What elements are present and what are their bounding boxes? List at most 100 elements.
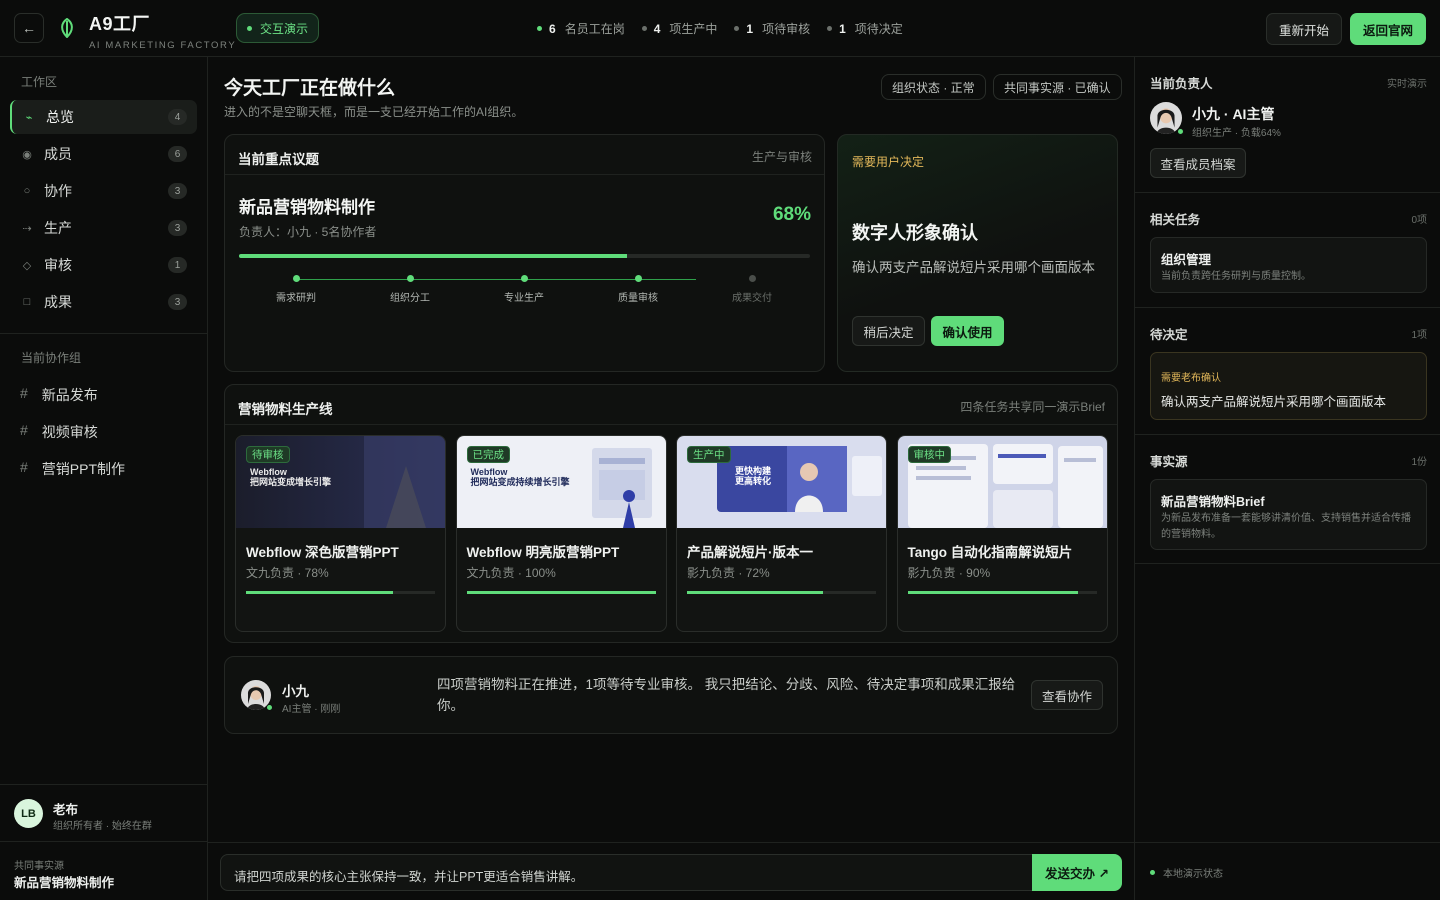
status-dot-icon: [827, 26, 833, 31]
back-button[interactable]: ←: [14, 13, 44, 43]
sidebar-item-label: 协作: [44, 183, 72, 199]
pending-tag: 需要老布确认: [1161, 373, 1221, 384]
square-icon: □: [23, 296, 31, 308]
item-progress-bar: [466, 591, 656, 594]
stat-label: 名员工在岗: [564, 22, 625, 36]
sidebar-item-3[interactable]: ⇢ 生产 3: [10, 211, 197, 245]
fact-title: 新品营销物料Brief: [1161, 495, 1265, 509]
topic-name: 新品营销物料制作: [239, 198, 375, 217]
top-bar: ← A9工厂 AI MARKETING FACTORY 交互演示 6 名员工在岗 4…: [0, 0, 1440, 57]
step-label: 组织分工: [390, 293, 430, 304]
pending-decisions-section: 待决定 1项 需要老布确认 确认两支产品解说短片采用哪个画面版本: [1135, 308, 1440, 435]
hash-icon: #: [20, 385, 28, 401]
send-button[interactable]: 发送交办 ↗: [1032, 854, 1122, 891]
arrow-left-icon: ←: [22, 20, 36, 36]
progress-fill: [907, 591, 1078, 594]
current-lead-section: 当前负责人 实时演示 小九 · AI主管 组织生产 · 负载64% 查看成员档案: [1135, 57, 1440, 193]
demo-badge[interactable]: 交互演示: [236, 13, 320, 43]
group-item-2[interactable]: # 营销PPT制作: [20, 459, 125, 479]
sidebar-item-2[interactable]: ○ 协作 3: [10, 174, 197, 208]
step-label: 质量审核: [618, 293, 658, 304]
item-owner: 文九负责 · 78%: [246, 566, 329, 580]
section-title: 相关任务: [1150, 213, 1201, 227]
fact-description: 为新品发布准备一套能够讲清价值、支持销售并适合传播的营销物料。: [1161, 513, 1411, 540]
production-item[interactable]: 已完成 Webflow 把网站变成持续增长引擎 Webflow 明亮版营销PPT …: [455, 435, 667, 632]
status-dot-icon: [734, 26, 740, 31]
sidebar-item-0[interactable]: ⌁ 总览 4: [10, 100, 197, 134]
flow-icon: ⇢: [22, 222, 32, 235]
step-dot-icon: [748, 275, 756, 282]
section-title: 待决定: [1150, 328, 1188, 342]
sidebar: 工作区 ⌁ 总览 4 ◉ 成员 6 ○ 协作 3 ⇢ 生产 3 ◇ 审核 1 □ 成果 3 当前协作组 # 新品发布…: [0, 57, 208, 900]
progress-fill: [466, 591, 656, 594]
demo-label: 交互演示: [260, 21, 309, 36]
production-item[interactable]: 生产中 更快构建 更高转化 产品解说短片·版本一 影九负责 · 72%: [676, 435, 887, 632]
sidebar-item-5[interactable]: □ 成果 3: [10, 285, 197, 319]
decide-later-button[interactable]: 稍后决定: [852, 316, 925, 346]
item-title: Tango 自动化指南解说短片: [907, 545, 1073, 560]
item-progress-bar: [907, 591, 1097, 594]
instruction-input[interactable]: 请把四项成果的核心主张保持一致，并让PPT更适合销售讲解。 发送交办 ↗: [220, 854, 1122, 891]
progress-fill: [239, 254, 628, 258]
restart-button[interactable]: 重新开始: [1266, 13, 1342, 45]
pending-decision-card[interactable]: 需要老布确认 确认两支产品解说短片采用哪个画面版本: [1150, 352, 1427, 420]
task-card[interactable]: 组织管理 当前负责跨任务研判与质量控制。: [1150, 237, 1427, 293]
section-meta: 1项: [1411, 330, 1427, 341]
stat-value: 6: [549, 21, 556, 36]
step-dot-icon: [406, 275, 414, 282]
stat-label: 项生产中: [669, 22, 718, 36]
section-title: 事实源: [1150, 455, 1188, 469]
count-badge: 3: [168, 294, 187, 310]
local-state: 本地演示状态: [1150, 865, 1223, 880]
step-dot-icon: [634, 275, 642, 282]
divider: [0, 333, 207, 334]
production-item[interactable]: 待审核 Webflow 把网站变成增长引擎 Webflow 深色版营销PPT 文九…: [235, 435, 446, 632]
sidebar-item-1[interactable]: ◉ 成员 6: [10, 137, 197, 171]
task-title: 组织管理: [1161, 253, 1212, 267]
avatar: LB: [14, 799, 43, 828]
stage-step: 组织分工: [353, 275, 467, 304]
confirm-use-button[interactable]: 确认使用: [931, 316, 1004, 346]
item-owner: 文九负责 · 100%: [466, 566, 556, 580]
production-item[interactable]: 审核中 Tango 自动化指南解说短片 影九负责 · 90%: [896, 435, 1108, 632]
hash-icon: #: [20, 422, 28, 438]
divider: [1135, 842, 1440, 843]
top-stat: 1 项待决定: [827, 20, 903, 37]
view-profile-button[interactable]: 查看成员档案: [1150, 148, 1246, 178]
stat-label: 项待决定: [854, 22, 903, 36]
fact-source-card[interactable]: 新品营销物料Brief 为新品发布准备一套能够讲清价值、支持销售并适合传播的营销…: [1150, 479, 1427, 550]
group-item-1[interactable]: # 视频审核: [20, 422, 98, 442]
top-stat: 6 名员工在岗: [537, 20, 625, 37]
production-line-card: 营销物料生产线 四条任务共享同一演示Brief 待审核 Webflow 把网站变成…: [224, 384, 1118, 643]
decision-description: 确认两支产品解说短片采用哪个画面版本: [852, 260, 1095, 275]
owner-name: 老布: [53, 803, 79, 817]
hash-icon: #: [20, 459, 28, 475]
status-badge: 已完成: [466, 446, 510, 463]
group-item-0[interactable]: # 新品发布: [20, 385, 98, 405]
sidebar-item-4[interactable]: ◇ 审核 1: [10, 248, 197, 282]
status-dot-icon: [537, 26, 542, 31]
status-badge: 审核中: [907, 446, 951, 463]
brand-subtitle: AI MARKETING FACTORY: [89, 40, 237, 51]
decision-title: 数字人形象确认: [852, 223, 978, 243]
sidebar-item-label: 成员: [44, 146, 72, 162]
step-label: 需求研判: [276, 293, 316, 304]
card-title: 营销物料生产线: [238, 402, 333, 417]
count-badge: 6: [168, 146, 187, 162]
focus-topic-card[interactable]: 当前重点议题 生产与审核 新品营销物料制作 负责人：小九 · 5名协作者 68%…: [224, 134, 825, 372]
home-button[interactable]: 返回官网: [1350, 13, 1426, 45]
member-dot-icon: ◉: [22, 148, 32, 161]
stage-step: 质量审核: [581, 275, 695, 304]
owner-subtitle: 组织所有者 · 始终在群: [53, 821, 152, 832]
section-title: 当前负责人: [1150, 77, 1213, 91]
count-badge: 1: [168, 257, 187, 273]
section-meta: 实时演示: [1387, 79, 1427, 90]
shared-source-label: 共同事实源: [14, 861, 64, 872]
summary-role: AI主管 · 刚刚: [282, 704, 341, 715]
owner-card[interactable]: LB 老布 组织所有者 · 始终在群: [0, 784, 207, 842]
view-collaboration-button[interactable]: 查看协作: [1031, 680, 1103, 710]
progress-fill: [687, 591, 824, 594]
summary-text: 四项营销物料正在推进，1项等待专业审核。 我只把结论、分歧、风险、待决定事项和成…: [437, 677, 1016, 713]
card-header: 营销物料生产线 四条任务共享同一演示Brief: [225, 385, 1117, 425]
status-dot-icon: [1150, 870, 1155, 875]
